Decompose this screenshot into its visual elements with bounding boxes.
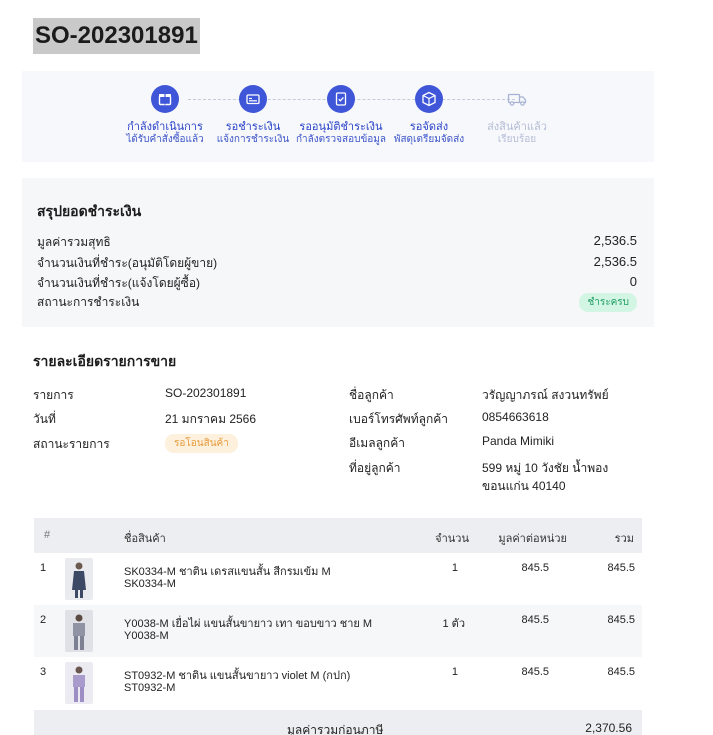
product-qty: 1 [451,562,458,574]
sale-details-heading: รายละเอียดรายการขาย [33,353,177,369]
product-qty: 1 [451,666,458,678]
product-total: 845.5 [607,562,635,574]
customer-name-value: วรัญญาภรณ์ สงวนทรัพย์ [482,388,609,402]
step-title: ส่งสินค้าแล้ว [487,121,547,133]
payment-status-label: สถานะการชำระเงิน [37,295,140,309]
col-name-header: ชื่อสินค้า [124,533,166,545]
payment-card-icon [239,85,267,113]
net-total-value: 2,536.5 [593,233,637,248]
date-value: 21 มกราคม 2566 [165,412,257,426]
payment-status-row: สถานะการชำระเงิน ชำระครบ [37,291,637,312]
customer-email-label: อีเมลลูกค้า [349,436,405,450]
order-status-badge: รอโอนสินค้า [165,434,238,453]
document-check-icon [327,85,355,113]
step-shipped: ส่งสินค้าแล้ว เรียบร้อย [457,85,577,146]
customer-address-label: ที่อยู่ลูกค้า [349,461,401,475]
paid-approved-value: 2,536.5 [593,254,637,269]
order-status-label: สถานะรายการ [33,437,110,451]
product-qty: 1 ตัว [442,618,466,630]
subtotal-value: 2,370.56 [585,721,632,735]
col-no-header: # [44,529,51,541]
paid-approved-label: จำนวนเงินที่ชำระ(อนุมัติโดยผู้ขาย) [37,256,218,270]
package-icon [415,85,443,113]
customer-address-line1: 599 หมู่ 10 วังชัย น้ำพอง [482,461,609,475]
subtotal-label: มูลค่ารวมก่อนภาษี [287,723,384,735]
customer-phone-label: เบอร์โทรศัพท์ลูกค้า [349,412,448,426]
net-total-label: มูลค่ารวมสุทธิ [37,235,111,249]
table-row[interactable]: 2 Y0038-M เยื่อไผ่ แขนสั้นขายาว เทา ขอบข… [34,605,642,657]
product-sku: SK0334-M [124,578,176,590]
truck-icon [503,85,531,113]
order-label: รายการ [33,388,74,402]
row-number: 2 [40,614,47,626]
table-row[interactable]: 1 SK0334-M ชาติน เดรสแขนสั้น สีกรมเข้ม M… [34,553,642,605]
product-unit-price: 845.5 [521,614,549,626]
subtotal-bar: มูลค่ารวมก่อนภาษี 2,370.56 [34,710,642,735]
product-sku: ST0932-M [124,682,176,694]
paid-reported-row: จำนวนเงินที่ชำระ(แจ้งโดยผู้ซื้อ) 0 [37,272,637,292]
order-number-title: SO-202301891 [33,18,200,54]
product-thumbnail [65,610,93,652]
col-qty-header: จำนวน [435,533,469,545]
product-total: 845.5 [607,666,635,678]
box-icon [151,85,179,113]
net-total-row: มูลค่ารวมสุทธิ 2,536.5 [37,231,637,251]
customer-name-label: ชื่อลูกค้า [349,388,394,402]
paid-reported-value: 0 [629,274,637,289]
order-value: SO-202301891 [165,386,247,400]
product-thumbnail [65,662,93,704]
customer-address-line2: ขอนแก่น 40140 [482,479,566,493]
order-items-table: # ชื่อสินค้า จำนวน มูลค่าต่อหน่วย รวม 1 … [34,518,642,709]
paid-approved-row: จำนวนเงินที่ชำระ(อนุมัติโดยผู้ขาย) 2,536… [37,252,637,272]
col-unit-price-header: มูลค่าต่อหน่วย [498,533,567,545]
product-total: 845.5 [607,614,635,626]
table-header: # ชื่อสินค้า จำนวน มูลค่าต่อหน่วย รวม [34,518,642,553]
step-subtitle: เรียบร้อย [497,134,537,145]
col-total-header: รวม [614,533,634,545]
product-unit-price: 845.5 [521,562,549,574]
customer-email-value: Panda Mimiki [482,434,555,448]
row-number: 1 [40,562,47,574]
row-number: 3 [40,666,47,678]
product-unit-price: 845.5 [521,666,549,678]
payment-summary-heading: สรุปยอดชำระเงิน [37,203,142,219]
date-label: วันที่ [33,412,56,426]
order-status-stepper: กำลังดำเนินการ ได้รับคำสั่งซื้อแล้ว รอชำ… [22,71,654,162]
customer-phone-value: 0854663618 [482,410,549,424]
product-thumbnail [65,558,93,600]
table-row[interactable]: 3 ST0932-M ชาติน แขนสั้นขายาว violet M (… [34,657,642,709]
payment-status-badge: ชำระครบ [579,293,637,312]
payment-summary-card: สรุปยอดชำระเงิน มูลค่ารวมสุทธิ 2,536.5 จ… [22,178,654,327]
product-sku: Y0038-M [124,630,169,642]
